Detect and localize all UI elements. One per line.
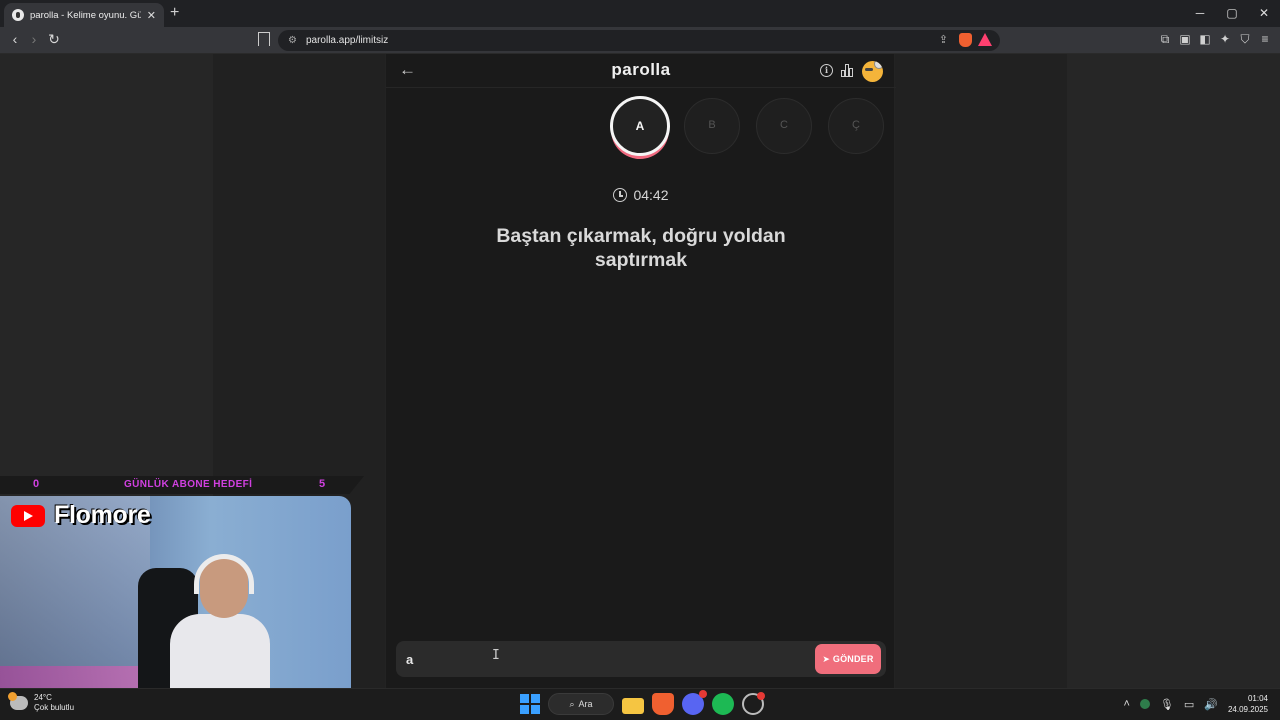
letter-circle-b[interactable]: B: [684, 98, 740, 154]
text-cursor-icon: I: [492, 648, 500, 663]
app-icon[interactable]: [742, 692, 765, 715]
channel-name: Flomore: [54, 501, 151, 529]
tab-close-icon[interactable]: ✕: [147, 9, 156, 22]
timer-value: 04:42: [633, 187, 669, 203]
file-explorer-icon[interactable]: [622, 697, 644, 714]
stats-icon[interactable]: [841, 64, 855, 77]
spotify-icon[interactable]: [712, 693, 734, 715]
weather-widget[interactable]: 24°C Çok bulutlu: [8, 692, 75, 713]
webcam-person-body: [170, 614, 270, 692]
letter-carousel: A B C Ç: [386, 96, 896, 162]
notification-dot: [699, 690, 707, 698]
system-clock[interactable]: 01:04 24.09.2025: [1228, 693, 1268, 715]
goal-current: 0: [33, 478, 40, 490]
menu-icon[interactable]: ≡: [1258, 32, 1272, 46]
headset-icon: [194, 554, 254, 594]
taskbar-search[interactable]: ⌕ Ara: [548, 693, 614, 715]
windows-taskbar: 24°C Çok bulutlu ⌕ Ara ˄ 🎙 ▭ 🔊 01:04 24.0…: [0, 688, 1280, 720]
reload-button[interactable]: ↻: [45, 31, 63, 48]
leo-ai-icon[interactable]: ✦: [1218, 32, 1232, 46]
system-tray: ˄ 🎙 ▭ 🔊 01:04 24.09.2025: [1123, 693, 1268, 715]
tab-title: parolla - Kelime oyunu. Günlük k: [30, 9, 141, 21]
window-controls: ─ ▢ ✕: [1184, 0, 1280, 27]
youtube-icon: [11, 505, 45, 527]
subscriber-goal-bar: 0 GÜNLÜK ABONE HEDEFİ 5: [0, 476, 364, 494]
answer-bar: I ➤ GÖNDER: [396, 641, 886, 677]
parolla-favicon-icon: [12, 9, 24, 21]
send-icon: ➤: [822, 654, 831, 664]
bookmark-icon[interactable]: [258, 32, 270, 46]
browser-tab-parolla[interactable]: parolla - Kelime oyunu. Günlük k ✕: [4, 3, 164, 27]
chevron-up-icon[interactable]: ˄: [1123, 698, 1129, 710]
browser-tab-strip: parolla - Kelime oyunu. Günlük k ✕ + ─ ▢…: [0, 0, 1280, 27]
avatar-badge-icon: [874, 61, 883, 69]
forward-button[interactable]: ›: [25, 31, 43, 47]
maximize-button[interactable]: ▢: [1216, 0, 1248, 27]
clock-time: 01:04: [1247, 694, 1268, 703]
goal-label: GÜNLÜK ABONE HEDEFİ: [124, 479, 253, 490]
clock-icon: [613, 188, 628, 202]
answer-input[interactable]: [396, 641, 806, 677]
share-icon[interactable]: ⇪: [939, 33, 948, 46]
parolla-app: ← parolla i A B C Ç 04:42 Baştan çıkarma…: [385, 54, 896, 688]
back-button[interactable]: ‹: [6, 31, 24, 47]
info-icon[interactable]: i: [820, 64, 833, 77]
microphone-icon[interactable]: 🎙: [1160, 698, 1174, 711]
taskbar-apps: ⌕ Ara: [520, 690, 765, 715]
site-settings-icon[interactable]: ⚙: [288, 35, 297, 46]
brave-browser-icon[interactable]: [652, 693, 674, 715]
notification-dot: [757, 692, 765, 700]
url-text: parolla.app/limitsiz: [305, 35, 389, 46]
network-icon[interactable]: ▭: [1184, 698, 1194, 711]
countdown-timer: 04:42: [386, 187, 896, 203]
send-button[interactable]: ➤ GÖNDER: [815, 644, 881, 674]
minimize-button[interactable]: ─: [1184, 0, 1216, 27]
webcam-overlay: Flomore: [0, 496, 351, 692]
search-icon: ⌕: [569, 698, 575, 709]
send-label: GÖNDER: [832, 654, 874, 664]
discord-icon[interactable]: [682, 690, 707, 715]
goal-target: 5: [319, 478, 326, 490]
search-label: Ara: [578, 699, 593, 709]
avatar[interactable]: [862, 61, 883, 82]
vpn-icon[interactable]: ⛉: [1238, 32, 1252, 46]
app-header: ← parolla i: [386, 54, 896, 88]
new-tab-button[interactable]: +: [170, 4, 179, 22]
weather-description: Çok bulutlu: [34, 703, 75, 712]
sidebar-icon[interactable]: ◧: [1198, 32, 1212, 46]
extensions-icon[interactable]: ⧉: [1158, 32, 1172, 46]
question-text: Baştan çıkarmak, doğru yoldan saptırmak: [496, 225, 786, 271]
clock-date: 24.09.2025: [1227, 705, 1268, 714]
volume-icon[interactable]: 🔊: [1204, 698, 1218, 711]
brave-shields-icon[interactable]: [959, 33, 972, 47]
letter-circle-cedilla[interactable]: Ç: [828, 98, 884, 154]
wallet-icon[interactable]: ▣: [1178, 32, 1192, 46]
letter-circle-c[interactable]: C: [756, 98, 812, 154]
address-bar[interactable]: ⚙ parolla.app/limitsiz ⇪: [278, 30, 1000, 51]
browser-toolbar: ‹ › ↻ ⚙ parolla.app/limitsiz ⇪ ⧉ ▣ ◧ ✦ ⛉…: [0, 27, 1280, 54]
weather-temperature: 24°C: [34, 693, 52, 702]
weather-cloud-icon: [8, 692, 28, 710]
brave-rewards-icon[interactable]: [978, 33, 992, 46]
page-gutter-right: [1067, 54, 1280, 688]
close-window-button[interactable]: ✕: [1248, 0, 1280, 27]
letter-circle-a[interactable]: A: [610, 96, 670, 156]
windows-start-icon[interactable]: [520, 694, 540, 714]
toolbar-right-icons: ⧉ ▣ ◧ ✦ ⛉ ≡: [1158, 32, 1272, 46]
tray-app-icon[interactable]: [1139, 699, 1150, 709]
